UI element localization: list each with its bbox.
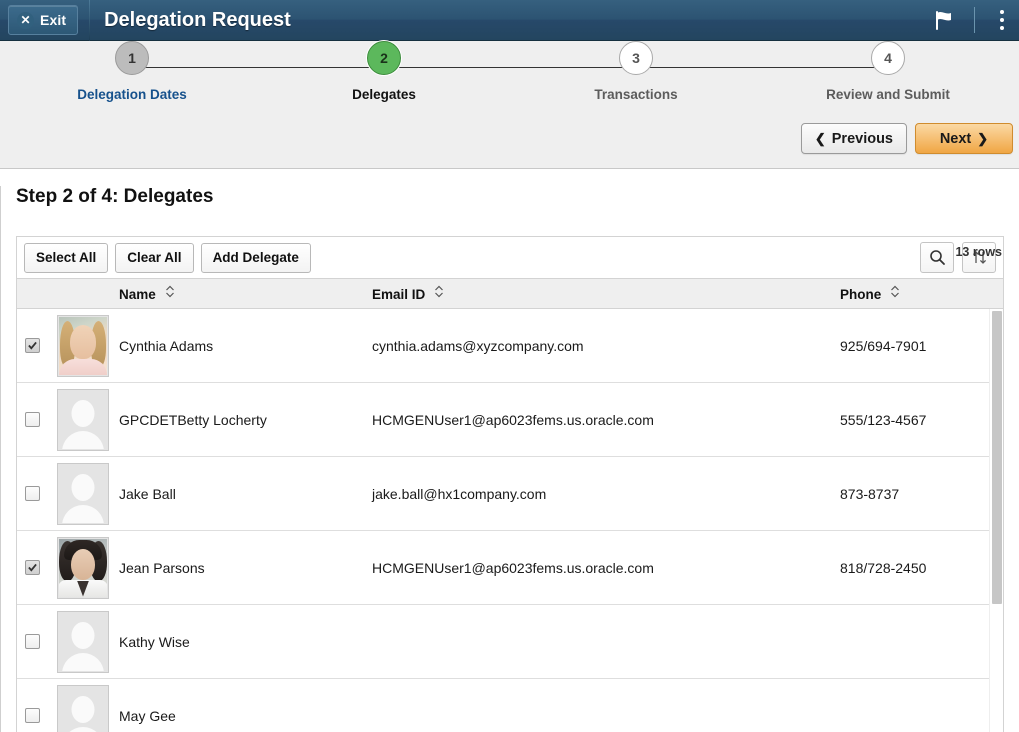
row-checkbox[interactable] (25, 634, 40, 649)
sort-indicator-icon (165, 285, 175, 301)
wizard-bar: 1 Delegation Dates 2 Delegates 3 Transac… (0, 41, 1019, 169)
row-avatar-cell (47, 685, 119, 732)
row-checkbox[interactable] (25, 708, 40, 723)
next-button[interactable]: Next ❯ (915, 123, 1013, 154)
app-header: ✕ Exit Delegation Request (0, 0, 1019, 41)
table-row[interactable]: May Gee (17, 679, 1003, 732)
step-4-label: Review and Submit (826, 87, 950, 102)
step-2-circle: 2 (367, 41, 401, 75)
table-header-row: Name Email ID Phone (16, 279, 1004, 309)
flag-icon[interactable] (924, 9, 964, 31)
exit-button[interactable]: ✕ Exit (8, 5, 78, 35)
avatar (57, 537, 109, 599)
add-delegate-button[interactable]: Add Delegate (201, 243, 311, 273)
row-select-cell (17, 560, 47, 575)
step-2-delegates[interactable]: 2 Delegates (299, 41, 469, 102)
step-1-label: Delegation Dates (77, 87, 187, 102)
row-select-cell (17, 634, 47, 649)
sort-indicator-icon (890, 285, 900, 301)
previous-button[interactable]: ❮ Previous (801, 123, 907, 154)
avatar (57, 685, 109, 732)
cell-phone: 818/728-2450 (840, 560, 1003, 576)
column-header-phone-label: Phone (840, 287, 881, 302)
table-row[interactable]: GPCDETBetty Locherty HCMGENUser1@ap6023f… (17, 383, 1003, 457)
cell-name: May Gee (119, 708, 372, 724)
step-2-label: Delegates (352, 87, 416, 102)
row-avatar-cell (47, 611, 119, 673)
cell-name: Jean Parsons (119, 560, 372, 576)
cell-name: Kathy Wise (119, 634, 372, 650)
previous-button-label: Previous (832, 131, 893, 147)
step-1-circle: 1 (115, 41, 149, 75)
column-header-name-label: Name (119, 287, 156, 302)
cell-email: jake.ball@hx1company.com (372, 486, 840, 502)
cell-name: Jake Ball (119, 486, 372, 502)
grid-toolbar: Select All Clear All Add Delegate (16, 236, 1004, 279)
step-indicator: 1 Delegation Dates 2 Delegates 3 Transac… (0, 41, 1019, 119)
avatar (57, 315, 109, 377)
column-header-phone[interactable]: Phone (840, 286, 1003, 302)
close-x-icon: ✕ (17, 12, 34, 29)
table-row[interactable]: Jean Parsons HCMGENUser1@ap6023fems.us.o… (17, 531, 1003, 605)
table-scrollbar[interactable] (989, 309, 1003, 732)
row-avatar-cell (47, 537, 119, 599)
page-title: Step 2 of 4: Delegates (16, 186, 1019, 208)
step-4-circle: 4 (871, 41, 905, 75)
cell-phone: 873-8737 (840, 486, 1003, 502)
cell-phone: 925/694-7901 (840, 338, 1003, 354)
header-divider (89, 0, 90, 41)
row-checkbox[interactable] (25, 338, 40, 353)
table-row[interactable]: Jake Ball jake.ball@hx1company.com 873-8… (17, 457, 1003, 531)
step-1-delegation-dates[interactable]: 1 Delegation Dates (47, 41, 217, 102)
column-header-email-id[interactable]: Email ID (372, 286, 840, 302)
avatar (57, 463, 109, 525)
cell-email: HCMGENUser1@ap6023fems.us.oracle.com (372, 412, 840, 428)
step-3-label: Transactions (594, 87, 677, 102)
row-avatar-cell (47, 315, 119, 377)
exit-button-label: Exit (40, 12, 66, 28)
table-body: Cynthia Adams cynthia.adams@xyzcompany.c… (16, 309, 1004, 732)
row-count-label: 13 rows (955, 245, 1002, 259)
column-header-email-label: Email ID (372, 287, 425, 302)
next-button-label: Next (940, 131, 971, 147)
row-select-cell (17, 412, 47, 427)
column-header-name[interactable]: Name (119, 286, 372, 302)
row-avatar-cell (47, 389, 119, 451)
avatar (57, 389, 109, 451)
page-header-title: Delegation Request (104, 9, 291, 32)
kebab-menu-icon[interactable] (985, 10, 1019, 30)
step-4-review-and-submit[interactable]: 4 Review and Submit (803, 41, 973, 102)
search-icon[interactable] (920, 242, 954, 273)
main-content: Step 2 of 4: Delegates 13 rows Select Al… (0, 186, 1019, 732)
row-checkbox[interactable] (25, 412, 40, 427)
scrollbar-thumb[interactable] (992, 311, 1002, 604)
cell-name: GPCDETBetty Locherty (119, 412, 372, 428)
cell-email: cynthia.adams@xyzcompany.com (372, 338, 840, 354)
step-track-line (132, 67, 887, 68)
header-action-separator (974, 7, 975, 33)
row-select-cell (17, 338, 47, 353)
delegates-table: Name Email ID Phone (16, 279, 1004, 732)
sort-indicator-icon (434, 285, 444, 301)
chevron-right-icon: ❯ (977, 131, 988, 147)
table-row[interactable]: Cynthia Adams cynthia.adams@xyzcompany.c… (17, 309, 1003, 383)
row-select-cell (17, 708, 47, 723)
cell-name: Cynthia Adams (119, 338, 372, 354)
step-3-transactions[interactable]: 3 Transactions (551, 41, 721, 102)
wizard-navigation: ❮ Previous Next ❯ (801, 123, 1013, 154)
step-3-circle: 3 (619, 41, 653, 75)
select-all-button[interactable]: Select All (24, 243, 108, 273)
cell-email: HCMGENUser1@ap6023fems.us.oracle.com (372, 560, 840, 576)
row-checkbox[interactable] (25, 560, 40, 575)
row-checkbox[interactable] (25, 486, 40, 501)
cell-phone: 555/123-4567 (840, 412, 1003, 428)
clear-all-button[interactable]: Clear All (115, 243, 193, 273)
row-avatar-cell (47, 463, 119, 525)
header-actions (924, 0, 1019, 41)
chevron-left-icon: ❮ (815, 131, 826, 147)
table-row[interactable]: Kathy Wise (17, 605, 1003, 679)
avatar (57, 611, 109, 673)
row-select-cell (17, 486, 47, 501)
